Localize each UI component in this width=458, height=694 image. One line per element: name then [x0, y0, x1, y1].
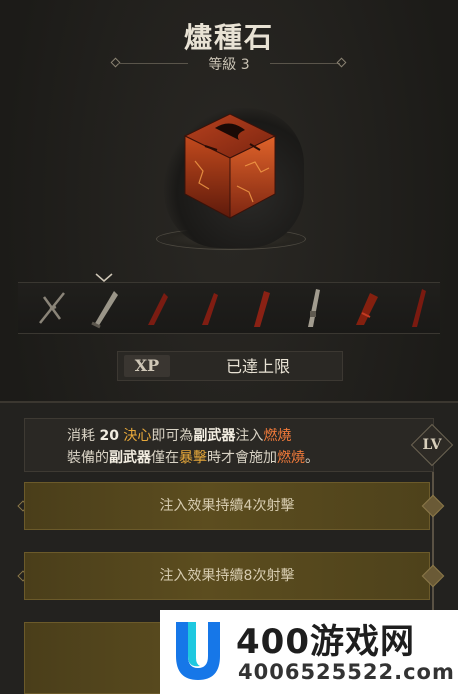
- level-badge-label: LV: [422, 437, 442, 453]
- ornament-line: [270, 63, 340, 64]
- crossbow-icon: [39, 292, 65, 324]
- xp-icon: XP: [124, 355, 170, 377]
- desc-text: 僅在: [151, 450, 179, 466]
- desc-text: 裝備的: [67, 450, 109, 466]
- weapon-slot-row: [18, 273, 442, 334]
- rank-row: 等級 3: [0, 54, 458, 73]
- tier-upgrade-1[interactable]: 注入效果持續4次射擊: [24, 482, 430, 530]
- desc-cost: 20: [99, 428, 119, 444]
- red-dagger-icon: [202, 293, 218, 325]
- red-dagger-icon: [148, 293, 168, 325]
- weapon-slot[interactable]: [286, 283, 338, 333]
- rifle-icon: [308, 289, 320, 327]
- blade-icon: [91, 291, 118, 329]
- ability-description: 消耗 20 決心即可為副武器注入燃燒 裝備的副武器僅在暴擊時才會施加燃燒。: [24, 418, 434, 472]
- description-line-1: 消耗 20 決心即可為副武器注入燃燒: [67, 425, 421, 447]
- item-panel: 燼種石 等級 3 XP 已達上限 消耗 20 決心即可為副武器注入燃燒 裝備的副…: [0, 0, 458, 694]
- selected-chevron-icon: [95, 273, 113, 282]
- desc-text: 時才會施加: [207, 450, 277, 466]
- gem-illustration: [150, 88, 310, 258]
- description-line-2: 裝備的副武器僅在暴擊時才會施加燃燒。: [67, 447, 421, 469]
- desc-text: 消耗: [67, 428, 100, 444]
- red-spike-icon: [412, 289, 426, 327]
- watermark-logo-icon: [176, 622, 220, 680]
- weapon-slot[interactable]: [234, 283, 286, 333]
- desc-target: 副武器: [109, 450, 151, 466]
- weapon-slot[interactable]: [338, 283, 390, 333]
- watermark-phone: 4006525522.com: [238, 660, 455, 684]
- desc-effect: 燃燒: [277, 450, 305, 466]
- weapon-slot[interactable]: [390, 283, 442, 333]
- site-watermark: 400游戏网 4006525522.com: [160, 610, 458, 694]
- weapon-slot[interactable]: [26, 283, 78, 333]
- red-dagger-icon: [254, 291, 270, 327]
- item-title: 燼種石: [183, 21, 274, 54]
- weapon-slot-selected[interactable]: [78, 273, 130, 333]
- rank-label: 等級 3: [208, 57, 250, 73]
- ember-cube-icon: [183, 113, 277, 219]
- watermark-brand: 400游戏网: [236, 622, 415, 662]
- desc-resource: 決心: [123, 428, 152, 444]
- red-cleaver-icon: [356, 293, 378, 325]
- desc-text: 注入: [235, 428, 264, 444]
- desc-target: 副武器: [193, 428, 236, 444]
- tier-upgrade-2[interactable]: 注入效果持續8次射擊: [24, 552, 430, 600]
- weapon-slot[interactable]: [182, 283, 234, 333]
- xp-status-bar: XP 已達上限: [117, 351, 343, 381]
- desc-text: 即可為: [151, 428, 194, 444]
- desc-effect: 燃燒: [263, 428, 292, 444]
- weapon-slot[interactable]: [130, 283, 182, 333]
- xp-status: 已達上限: [225, 357, 290, 376]
- desc-text: 。: [305, 450, 319, 466]
- desc-condition: 暴擊: [179, 450, 207, 466]
